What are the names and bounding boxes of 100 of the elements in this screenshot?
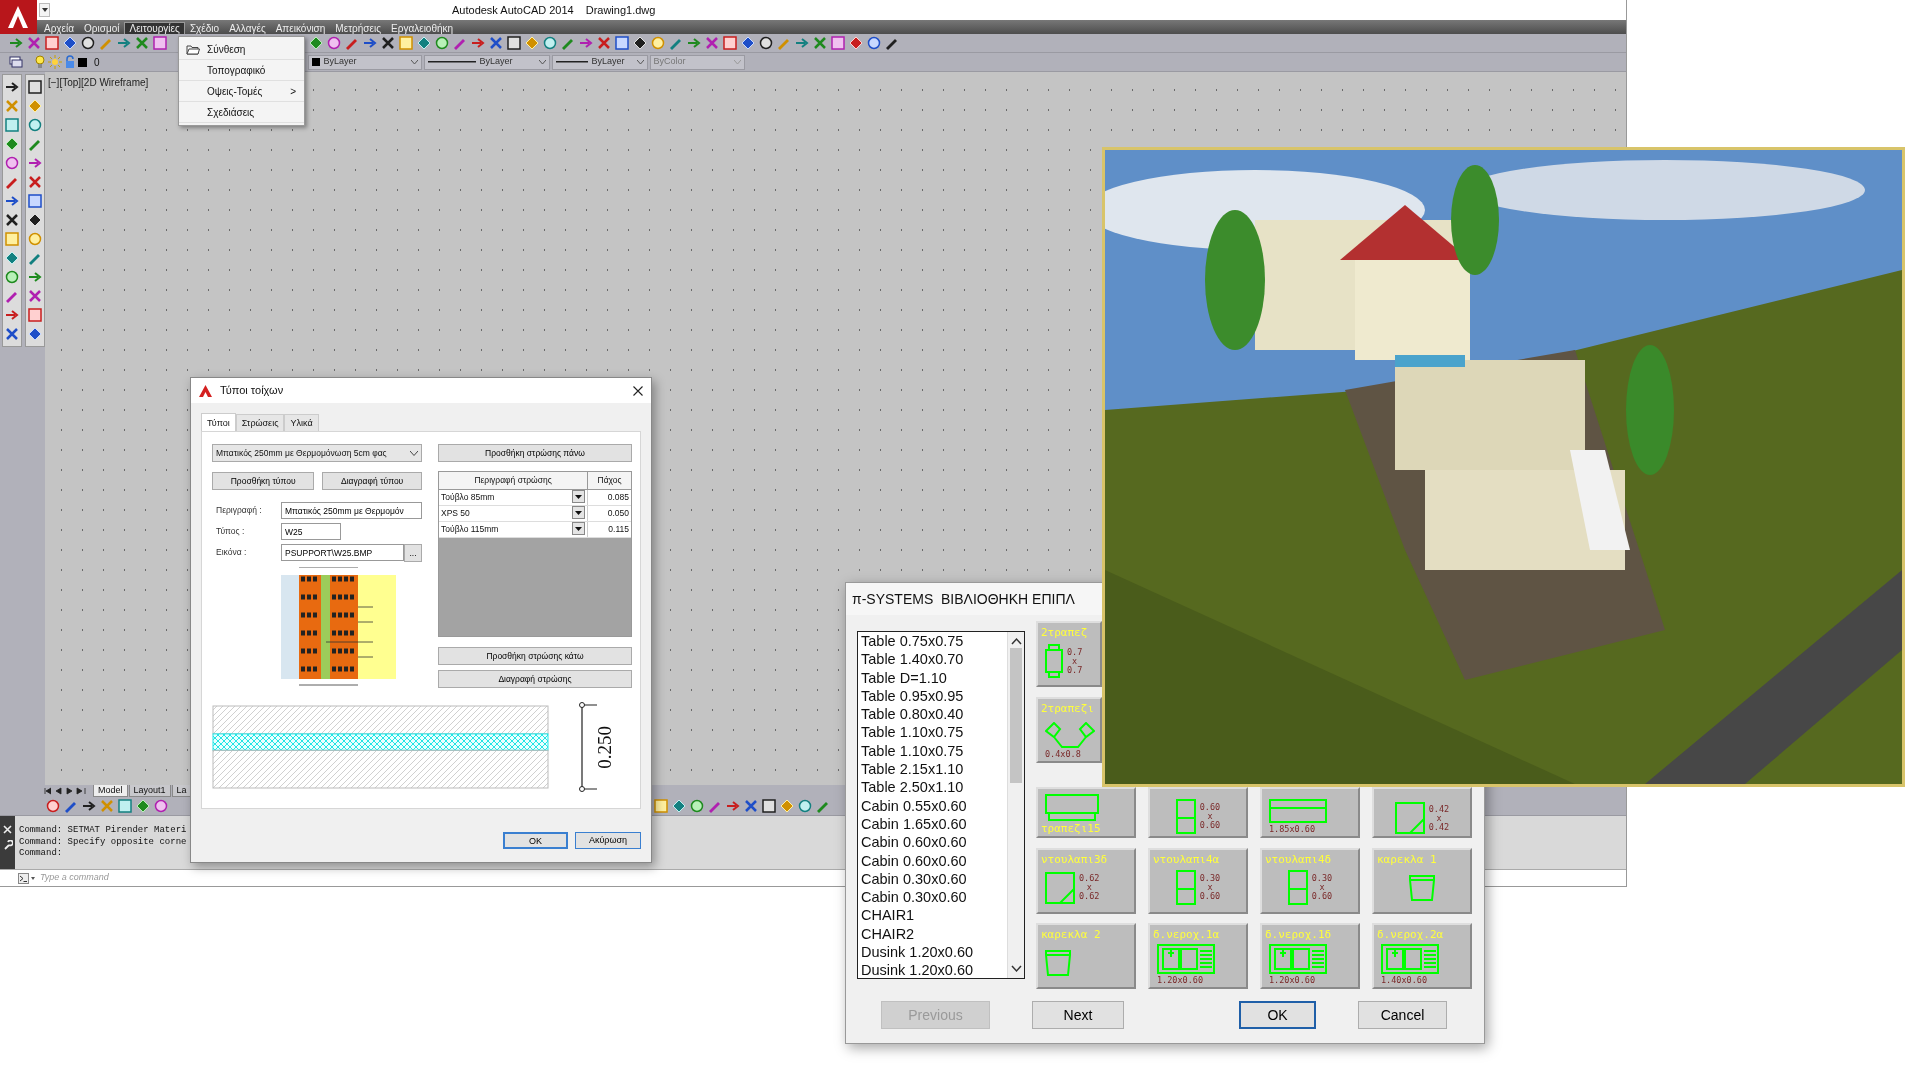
furniture-tile[interactable]: 2τραπεζι 0.4x0.8	[1036, 696, 1102, 763]
circle-icon[interactable]	[758, 35, 774, 51]
lock-icon[interactable]	[64, 55, 76, 69]
square-icon[interactable]	[506, 35, 522, 51]
square-icon[interactable]	[152, 35, 168, 51]
square-icon[interactable]	[761, 798, 777, 814]
list-item[interactable]: Table 1.10x0.75	[861, 741, 1007, 761]
list-item[interactable]: Table 2.15x1.10	[861, 760, 1007, 779]
list-item[interactable]: Table 0.75x0.75	[861, 632, 1007, 651]
list-item[interactable]: Dusink 1.20x0.60	[861, 961, 1007, 978]
menu-option[interactable]: Οψεις-Τομές >	[179, 81, 304, 102]
menu-option[interactable]: Σύνθεση	[179, 39, 304, 60]
dialog-button[interactable]: Cancel	[1358, 1001, 1447, 1029]
text-field[interactable]: W25	[281, 523, 341, 540]
prompt-icon[interactable]	[18, 872, 36, 884]
list-item[interactable]: Table 0.95x0.95	[861, 686, 1007, 706]
bulb-icon[interactable]	[34, 55, 46, 69]
browse-button[interactable]: ...	[404, 543, 422, 562]
square-icon[interactable]	[722, 35, 738, 51]
scroll-thumb[interactable]	[1010, 648, 1022, 783]
layout-tab[interactable]: La	[171, 785, 192, 797]
quick-access-button[interactable]	[39, 3, 50, 17]
app-logo[interactable]	[0, 0, 37, 34]
cross-icon[interactable]	[380, 35, 396, 51]
menu-item[interactable]: Μετρήσεις	[330, 22, 387, 35]
dialog-button[interactable]: OK	[1239, 1001, 1316, 1029]
list-item[interactable]: Cabin 1.65x0.60	[861, 814, 1007, 834]
command-input[interactable]: Type a command	[36, 871, 436, 885]
furniture-tile[interactable]: δ.νεροχ.1α 1.20x0.60	[1148, 923, 1248, 989]
furniture-tile[interactable]: δ.νεροχ.1δ 1.20x0.60	[1260, 923, 1360, 989]
linetype-dropdown[interactable]: ByLayer	[423, 54, 550, 70]
dropdown-button[interactable]	[572, 522, 586, 535]
menu-option[interactable]: Τοπογραφικό	[179, 60, 304, 81]
dropdown-button[interactable]	[572, 506, 586, 519]
list-item[interactable]: Table 0.80x0.40	[861, 705, 1007, 724]
arrow-icon[interactable]	[4, 79, 20, 95]
cancel-button[interactable]: Ακύρωση	[575, 832, 641, 849]
menu-item[interactable]: Αλλαγές	[224, 22, 271, 35]
wrench-icon[interactable]	[2, 840, 13, 850]
square-icon[interactable]	[653, 798, 669, 814]
list-item[interactable]: Cabin 0.60x0.60	[861, 851, 1007, 870]
dialog-tab[interactable]: Στρώσεις	[235, 414, 285, 431]
furniture-tile[interactable]: δ.νεροχ.2α 1.40x0.60	[1372, 923, 1472, 989]
menu-option[interactable]: Σχεδιάσεις	[179, 102, 304, 123]
color-dropdown[interactable]: ByLayer	[307, 54, 422, 70]
square-icon[interactable]	[27, 79, 43, 95]
list-item[interactable]: Table 2.50x1.10	[861, 778, 1007, 797]
list-item[interactable]: Cabin 0.30x0.60	[861, 869, 1007, 889]
menu-item[interactable]: Απεικόνιση	[270, 22, 331, 35]
furniture-tile[interactable]: ντουλαπι4δ 0.30 x 0.60	[1260, 847, 1360, 914]
ok-button[interactable]: OK	[503, 832, 568, 849]
menu-item[interactable]: Ορισμοί	[79, 22, 125, 35]
square-icon[interactable]	[117, 798, 133, 814]
close-icon[interactable]	[633, 385, 643, 396]
list-item[interactable]: CHAIR2	[861, 924, 1007, 944]
list-box[interactable]	[857, 631, 1025, 979]
arrow-icon[interactable]	[4, 193, 20, 209]
text-field[interactable]: Μπατικός 250mm με Θερμομόν	[281, 502, 422, 519]
menu-item[interactable]: Εργαλειοθήκη	[386, 22, 459, 35]
delete-layer-button[interactable]: Διαγραφή στρώσης	[438, 670, 632, 688]
furniture-tile[interactable]: ντουλαπι4α 0.30 x 0.60	[1148, 847, 1248, 914]
dialog-button[interactable]: Next	[1032, 1001, 1124, 1029]
square-icon[interactable]	[830, 35, 846, 51]
list-item[interactable]: Table 1.40x0.70	[861, 650, 1007, 669]
diamond-icon[interactable]	[27, 212, 43, 228]
layers-icon[interactable]	[8, 54, 24, 70]
furniture-tile[interactable]: 0.42 x 0.42	[1372, 787, 1472, 838]
furniture-tile[interactable]: ντουλαπι3δ 0.62 x 0.62	[1036, 847, 1136, 914]
scroll-down-icon[interactable]	[1010, 965, 1022, 973]
list-item[interactable]: Cabin 0.60x0.60	[861, 833, 1007, 852]
dialog-tab[interactable]: Τύποι	[201, 413, 236, 431]
list-item[interactable]: CHAIR1	[861, 906, 1007, 925]
furniture-tile[interactable]: 2τραπεζ 0.7 x 0.7	[1036, 621, 1102, 687]
square-icon[interactable]	[44, 35, 60, 51]
layout-tab[interactable]: Layout1	[128, 785, 171, 797]
nav-arrow-icon[interactable]	[64, 787, 75, 795]
dialog-tab[interactable]: Υλικά	[284, 414, 319, 431]
arrow-icon[interactable]	[81, 798, 97, 814]
menu-item[interactable]: Αρχεία	[39, 22, 80, 35]
type-select[interactable]: Μπατικός 250mm με Θερμομόνωση 5cm φας	[212, 444, 422, 462]
list-item[interactable]: Dusink 1.20x0.60	[861, 943, 1007, 962]
square-icon[interactable]	[27, 307, 43, 323]
lineweight-dropdown[interactable]: ByLayer	[551, 54, 648, 70]
furniture-tile[interactable]: 0.60 x 0.60	[1148, 787, 1248, 838]
circle-icon[interactable]	[80, 35, 96, 51]
text-field[interactable]: PSUPPORT\W25.BMP	[281, 544, 404, 561]
scroll-up-icon[interactable]	[1010, 637, 1022, 645]
cross-icon[interactable]	[4, 212, 20, 228]
list-item[interactable]: Table 1.10x0.75	[861, 723, 1007, 742]
add-layer-below-button[interactable]: Προσθήκη στρώσης κάτω	[438, 647, 632, 665]
menu-item[interactable]: Σχέδιο	[184, 22, 225, 35]
dropdown-button[interactable]	[572, 490, 586, 503]
furniture-tile[interactable]: 1.85x0.60	[1260, 787, 1360, 838]
add-type-button[interactable]: Προσθήκη τύπου	[212, 472, 315, 490]
list-item[interactable]: Cabin 0.30x0.60	[861, 888, 1007, 907]
add-layer-above-button[interactable]: Προσθήκη στρώσης πάνω	[438, 444, 632, 462]
nav-arrow-icon[interactable]	[76, 787, 87, 795]
square-icon[interactable]	[614, 35, 630, 51]
list-item[interactable]: Table D=1.10	[861, 668, 1007, 687]
delete-type-button[interactable]: Διαγραφή τύπου	[322, 472, 422, 490]
